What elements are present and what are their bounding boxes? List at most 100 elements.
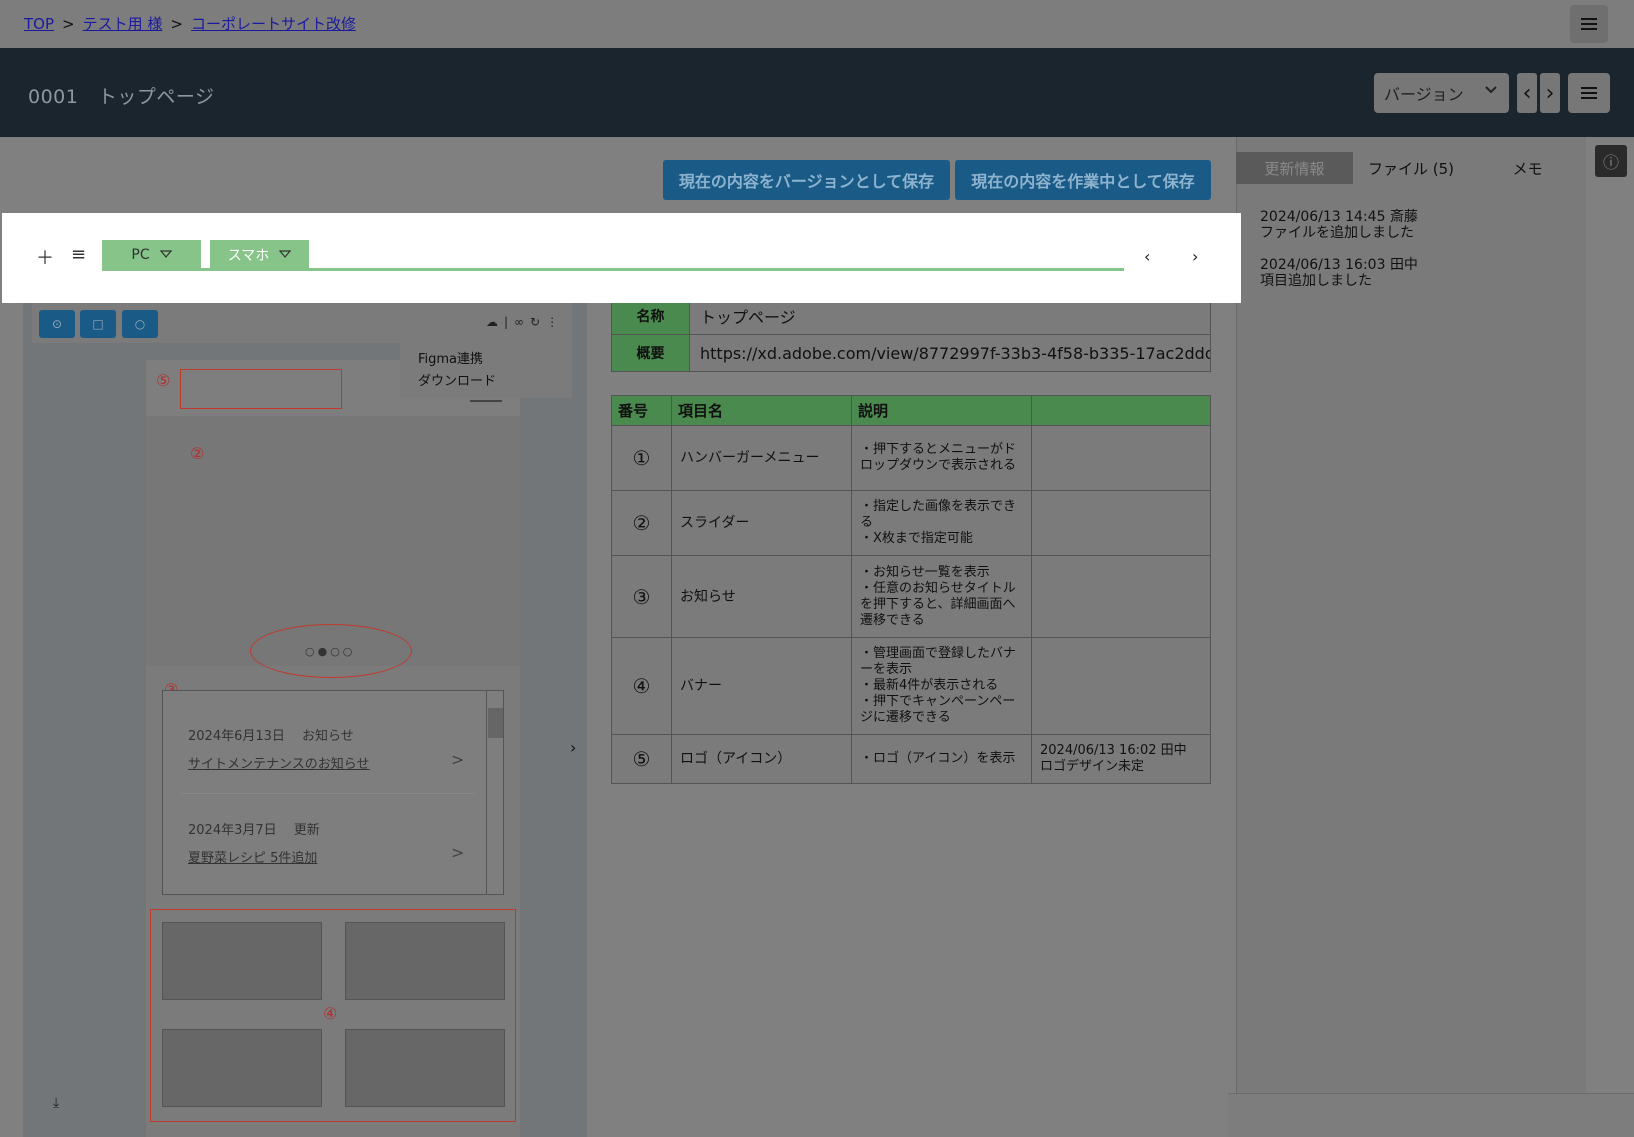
triangle-down-icon bbox=[159, 247, 172, 263]
row-notes bbox=[1031, 490, 1211, 556]
row-notes bbox=[1031, 555, 1211, 638]
row-number: ② bbox=[611, 490, 672, 556]
preview-mini-toolbar: ☁ | ∞ ↻ ⋮ bbox=[486, 315, 558, 329]
marker-5[interactable]: ⑤ bbox=[156, 371, 170, 390]
breadcrumb-separator: > bbox=[62, 14, 75, 33]
save-as-draft-button[interactable]: 現在の内容を作業中として保存 bbox=[955, 160, 1211, 200]
download-item[interactable]: ダウンロード bbox=[418, 371, 554, 393]
row-notes: 2024/06/13 16:02 田中 ロゴデザイン未定 bbox=[1031, 734, 1211, 784]
marker-2[interactable]: ② bbox=[190, 444, 204, 463]
tab-pc-label: PC bbox=[131, 247, 150, 263]
breadcrumb-client[interactable]: テスト用 様 bbox=[83, 13, 163, 34]
row-item-name: スライダー bbox=[671, 490, 852, 556]
table-header-row: 番号 項目名 説明 bbox=[611, 395, 1211, 426]
column-header-number: 番号 bbox=[611, 395, 672, 426]
plus-icon[interactable]: ＋ bbox=[36, 244, 54, 270]
circle-icon: ○ bbox=[134, 317, 146, 331]
slider-dots: ○●○○ bbox=[305, 645, 356, 658]
news-meta: 2024年3月7日 更新 bbox=[188, 823, 320, 838]
news-scrollbar-thumb[interactable] bbox=[488, 708, 503, 738]
phone-menu-line bbox=[470, 400, 502, 402]
tab-pc[interactable]: PC bbox=[102, 240, 201, 270]
row-notes bbox=[1031, 425, 1211, 491]
next-page-button[interactable]: › bbox=[1192, 247, 1198, 266]
figma-sync-item[interactable]: Figma連携 bbox=[418, 349, 554, 371]
prev-page-button[interactable]: ‹ bbox=[1144, 247, 1150, 266]
info-icon: ⓘ bbox=[1602, 153, 1619, 172]
row-description: ・管理画面で登録したバナーを表示 ・最新4件が表示される ・押下でキャンペーンペ… bbox=[851, 637, 1032, 735]
hamburger-icon bbox=[1581, 87, 1597, 99]
log-entry-header: 2024/06/13 14:45 斎藤 bbox=[1260, 209, 1418, 225]
log-entry-text: ファイルを追加しました bbox=[1260, 225, 1414, 241]
chevron-right-icon: › bbox=[1545, 80, 1555, 106]
breadcrumb-project[interactable]: コーポレートサイト改修 bbox=[191, 13, 356, 34]
pin-icon: ⊙ bbox=[51, 317, 63, 331]
page-menu-button[interactable] bbox=[1568, 73, 1610, 113]
page-title: 0001 トップページ bbox=[28, 86, 215, 108]
prev-version-button[interactable]: ‹ bbox=[1517, 73, 1537, 113]
table-row[interactable]: ⑤ ロゴ（アイコン） ・ロゴ（アイコン）を表示 2024/06/13 16:02… bbox=[611, 734, 1211, 784]
table-row[interactable]: ② スライダー ・指定した画像を表示できる ・X枚まで指定可能 bbox=[611, 490, 1211, 556]
info-summary-value[interactable]: https://xd.adobe.com/view/8772997f-33b3-… bbox=[690, 335, 1210, 371]
next-version-button[interactable]: › bbox=[1540, 73, 1560, 113]
breadcrumb-top[interactable]: TOP bbox=[24, 15, 54, 33]
banner-image[interactable] bbox=[162, 922, 322, 1000]
log-entry-text: 項目追加しました bbox=[1260, 273, 1372, 289]
tab-memo[interactable]: メモ bbox=[1469, 152, 1586, 184]
info-summary-row: 概要 https://xd.adobe.com/view/8772997f-33… bbox=[611, 334, 1211, 372]
logo-annotation-box[interactable] bbox=[180, 369, 342, 409]
refresh-icon[interactable]: ↻ bbox=[530, 315, 540, 329]
tab-files[interactable]: ファイル (5) bbox=[1353, 152, 1470, 184]
news-arrow: > bbox=[451, 750, 465, 769]
column-header-notes bbox=[1031, 395, 1211, 426]
tab-smartphone-label: スマホ bbox=[227, 248, 270, 264]
rectangle-tool-button[interactable]: □ bbox=[80, 310, 116, 338]
log-entry: 2024/06/13 16:03 田中 項目追加しました bbox=[1260, 257, 1418, 289]
log-entry: 2024/06/13 14:45 斎藤 ファイルを追加しました bbox=[1260, 209, 1418, 241]
rectangle-icon: □ bbox=[92, 317, 104, 331]
version-select[interactable]: バージョン bbox=[1374, 73, 1509, 113]
banner-image[interactable] bbox=[345, 1029, 505, 1107]
link-icon[interactable]: ∞ bbox=[514, 315, 524, 329]
banner-image[interactable] bbox=[162, 1029, 322, 1107]
breadcrumb: TOP > テスト用 様 > コーポレートサイト改修 bbox=[24, 13, 356, 34]
row-description: ・お知らせ一覧を表示 ・任意のお知らせタイトルを押下すると、詳細画面へ遷移できる bbox=[851, 555, 1032, 638]
tab-underline bbox=[102, 268, 1124, 271]
row-number: ① bbox=[611, 425, 672, 491]
row-number: ③ bbox=[611, 555, 672, 638]
column-header-item-name: 項目名 bbox=[671, 395, 852, 426]
news-meta: 2024年6月13日 お知らせ bbox=[188, 729, 354, 744]
chevron-right-icon[interactable]: › bbox=[570, 738, 576, 757]
news-title-link[interactable]: 夏野菜レシピ 5件追加 bbox=[188, 847, 317, 866]
tab-smartphone[interactable]: スマホ bbox=[210, 240, 309, 270]
global-menu-button[interactable] bbox=[1570, 5, 1608, 43]
marker-4[interactable]: ④ bbox=[323, 1004, 337, 1023]
row-description: ・押下するとメニューがドロップダウンで表示される bbox=[851, 425, 1032, 491]
more-vertical-icon[interactable]: ⋮ bbox=[546, 315, 558, 329]
tab-update-info[interactable]: 更新情報 bbox=[1236, 152, 1353, 184]
info-name-value[interactable]: トップページ bbox=[690, 298, 1210, 334]
row-item-name: バナー bbox=[671, 637, 852, 735]
figma-menu: Figma連携 ダウンロード bbox=[400, 343, 572, 398]
row-item-name: お知らせ bbox=[671, 555, 852, 638]
cloud-upload-icon[interactable]: ☁ bbox=[486, 315, 498, 329]
table-row[interactable]: ① ハンバーガーメニュー ・押下するとメニューがドロップダウンで表示される bbox=[611, 425, 1211, 491]
table-row[interactable]: ③ お知らせ ・お知らせ一覧を表示 ・任意のお知らせタイトルを押下すると、詳細画… bbox=[611, 555, 1211, 638]
chevron-left-icon: ‹ bbox=[1522, 80, 1532, 106]
download-icon[interactable]: ⤓ bbox=[53, 1095, 59, 1111]
chevron-down-icon bbox=[1483, 81, 1499, 105]
row-notes bbox=[1031, 637, 1211, 735]
row-number: ⑤ bbox=[611, 734, 672, 784]
row-description: ・ロゴ（アイコン）を表示 bbox=[851, 734, 1032, 784]
table-row[interactable]: ④ バナー ・管理画面で登録したバナーを表示 ・最新4件が表示される ・押下でキ… bbox=[611, 637, 1211, 735]
circle-tool-button[interactable]: ○ bbox=[122, 310, 158, 338]
list-icon[interactable]: ≡ bbox=[71, 244, 86, 265]
row-description: ・指定した画像を表示できる ・X枚まで指定可能 bbox=[851, 490, 1032, 556]
pin-tool-button[interactable]: ⊙ bbox=[39, 310, 75, 338]
items-table: 番号 項目名 説明 ① ハンバーガーメニュー ・押下するとメニューがドロップダウ… bbox=[611, 395, 1211, 784]
news-title-link[interactable]: サイトメンテナンスのお知らせ bbox=[188, 753, 369, 772]
side-panel-tabs: 更新情報 ファイル (5) メモ bbox=[1236, 152, 1586, 184]
banner-image[interactable] bbox=[345, 922, 505, 1000]
save-as-version-button[interactable]: 現在の内容をバージョンとして保存 bbox=[663, 160, 950, 200]
info-button[interactable]: ⓘ bbox=[1595, 145, 1627, 177]
